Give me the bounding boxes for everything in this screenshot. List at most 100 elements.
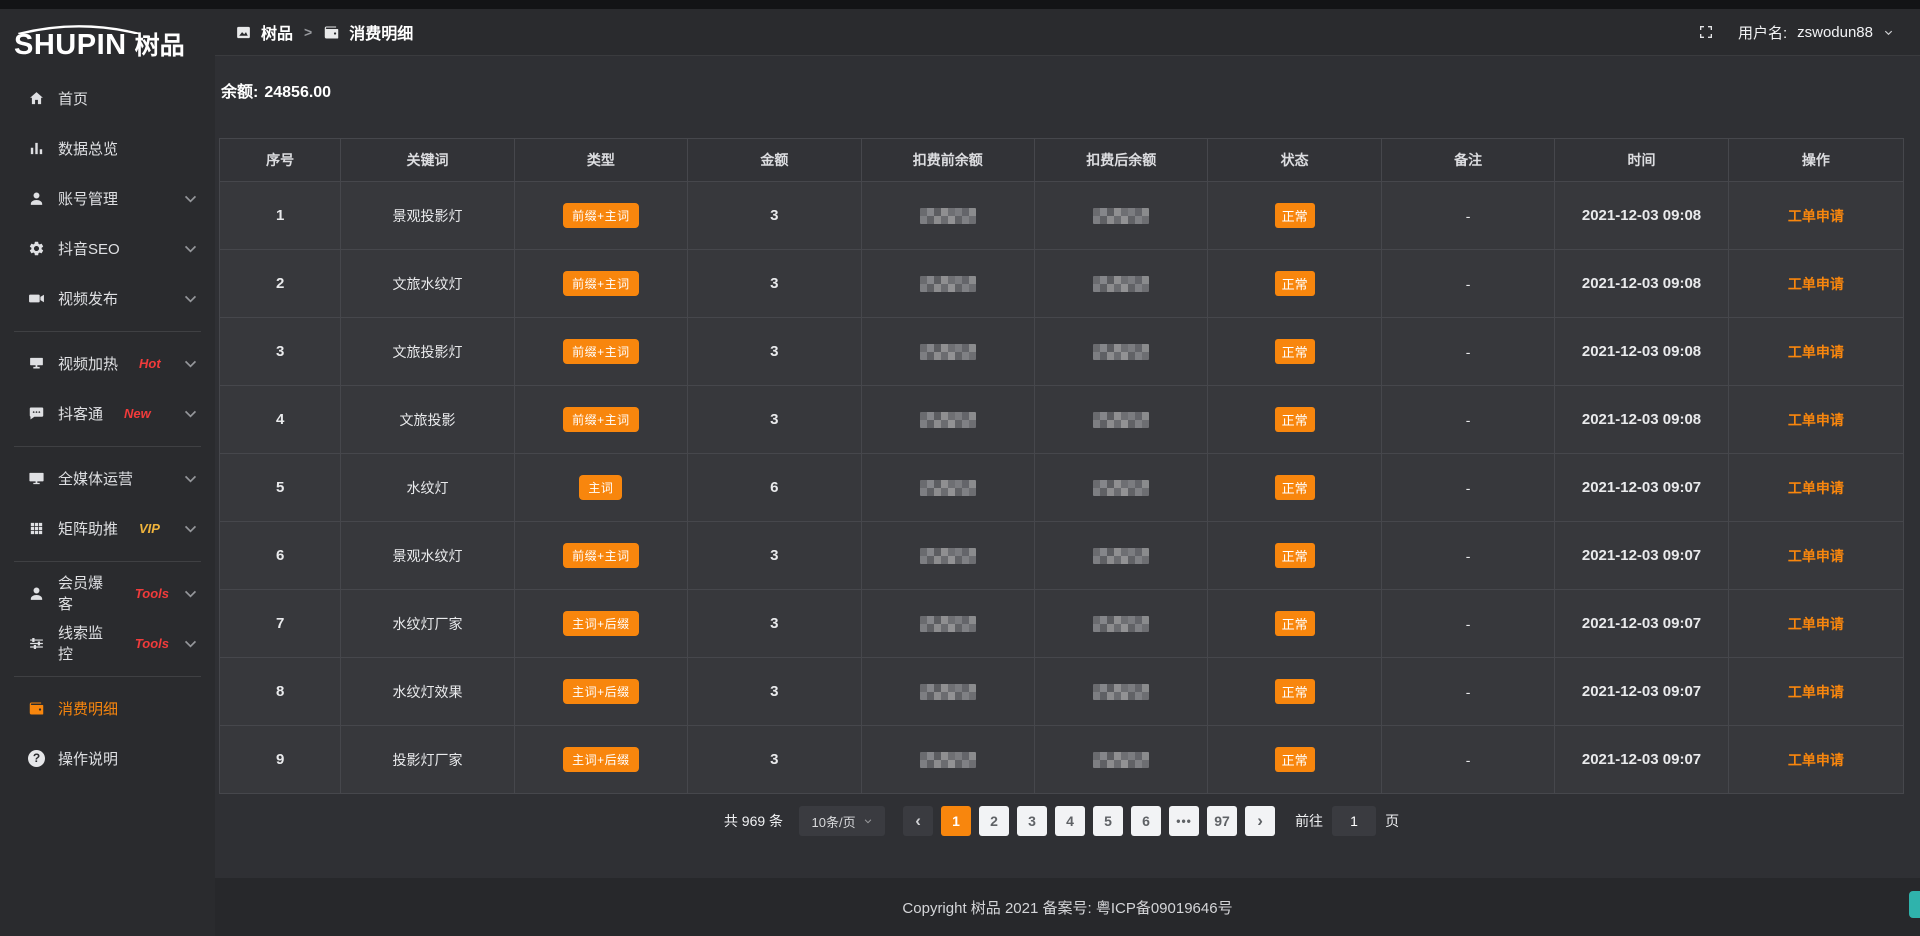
sidebar-item-all-media-operation[interactable]: 全媒体运营 [0,453,215,503]
goto-page-input[interactable] [1332,806,1376,836]
column-header: 类型 [514,139,687,182]
table-row: 6景观水纹灯前缀+主词3正常-2021-12-03 09:07工单申请 [220,522,1904,590]
gear-icon [28,240,45,257]
type-badge: 主词+后缀 [563,747,639,772]
amount-cell: 3 [688,590,861,658]
time-cell: 2021-12-03 09:07 [1555,522,1728,590]
table-header-row: 序号关键词类型金额扣费前余额扣费后余额状态备注时间操作 [220,139,1904,182]
page-button-2[interactable]: 2 [979,806,1009,836]
keyword-cell: 景观投影灯 [341,182,514,250]
more-pages-button[interactable]: ••• [1169,806,1199,836]
remark-cell: - [1381,250,1554,318]
row-index-cell: 9 [220,726,341,794]
ticket-request-link[interactable]: 工单申请 [1788,616,1844,632]
status-badge: 正常 [1275,747,1315,772]
page-size-select[interactable]: 10条/页 [799,806,885,836]
menu-divider [14,446,201,447]
amount-cell: 6 [688,454,861,522]
row-index-cell: 5 [220,454,341,522]
ticket-request-link[interactable]: 工单申请 [1788,752,1844,768]
page-button-6[interactable]: 6 [1131,806,1161,836]
ticket-request-link[interactable]: 工单申请 [1788,412,1844,428]
sidebar-item-matrix-boost[interactable]: 矩阵助推VIP [0,503,215,553]
post-balance-redacted [1093,208,1149,224]
time-cell: 2021-12-03 09:07 [1555,590,1728,658]
time-cell: 2021-12-03 09:07 [1555,658,1728,726]
table-row: 7水纹灯厂家主词+后缀3正常-2021-12-03 09:07工单申请 [220,590,1904,658]
sidebar-item-douketong[interactable]: 抖客通New [0,388,215,438]
row-index-cell: 7 [220,590,341,658]
status-badge: 正常 [1275,543,1315,568]
sidebar-item-member-leads[interactable]: 会员爆客Tools [0,568,215,618]
page-button-4[interactable]: 4 [1055,806,1085,836]
sidebar-item-tag: VIP [139,521,160,536]
sidebar-item-label: 线索监控 [58,622,114,664]
sidebar-item-video-publish[interactable]: 视频发布 [0,273,215,323]
sidebar-item-lead-monitor[interactable]: 线索监控 Tools [0,618,215,668]
page-button-97[interactable]: 97 [1207,806,1237,836]
bar-chart-icon [28,140,45,157]
column-header: 备注 [1381,139,1554,182]
chevron-down-icon [182,290,199,307]
chevron-down-icon [182,355,199,372]
pre-balance-redacted [920,616,976,632]
type-badge: 前缀+主词 [563,407,639,432]
status-badge: 正常 [1275,339,1315,364]
ticket-request-link[interactable]: 工单申请 [1788,208,1844,224]
ticket-request-link[interactable]: 工单申请 [1788,684,1844,700]
sidebar-item-tag: Tools [135,636,169,651]
chevron-down-icon [182,190,199,207]
sidebar-item-home[interactable]: 首页 [0,73,215,123]
footer: Copyright 树品 2021 备案号: 粤ICP备09019646号 [215,878,1920,936]
sidebar-item-account-management[interactable]: 账号管理 [0,173,215,223]
amount-cell: 3 [688,726,861,794]
prev-page-button[interactable]: ‹ [903,806,933,836]
time-cell: 2021-12-03 09:08 [1555,318,1728,386]
pre-balance-redacted [920,276,976,292]
remark-cell: - [1381,658,1554,726]
row-index-cell: 6 [220,522,341,590]
time-cell: 2021-12-03 09:08 [1555,250,1728,318]
post-balance-redacted [1093,412,1149,428]
ticket-request-link[interactable]: 工单申请 [1788,548,1844,564]
keyword-cell: 水纹灯效果 [341,658,514,726]
sidebar-item-douyin-seo[interactable]: 抖音SEO [0,223,215,273]
table-row: 8水纹灯效果主词+后缀3正常-2021-12-03 09:07工单申请 [220,658,1904,726]
breadcrumb-separator: > [304,24,312,40]
ticket-request-link[interactable]: 工单申请 [1788,480,1844,496]
next-page-button[interactable]: › [1245,806,1275,836]
chat-widget-tab[interactable] [1909,891,1920,918]
table-row: 5水纹灯主词6正常-2021-12-03 09:07工单申请 [220,454,1904,522]
sidebar-item-label: 抖音SEO [58,238,120,259]
remark-cell: - [1381,182,1554,250]
pagination: 共 969 条10条/页‹123456•••97›前往页 [219,806,1904,836]
chevron-down-icon[interactable] [1883,27,1894,38]
page-button-3[interactable]: 3 [1017,806,1047,836]
sidebar-item-label: 账号管理 [58,188,118,209]
ticket-request-link[interactable]: 工单申请 [1788,344,1844,360]
fullscreen-icon[interactable] [1698,24,1714,40]
balance-value: 24856.00 [264,84,331,101]
amount-cell: 3 [688,182,861,250]
app-panel-icon [235,24,252,41]
ticket-request-link[interactable]: 工单申请 [1788,276,1844,292]
table-row: 4文旅投影前缀+主词3正常-2021-12-03 09:08工单申请 [220,386,1904,454]
remark-cell: - [1381,522,1554,590]
username-value[interactable]: zswodun88 [1797,24,1873,41]
balance-display: 余额:24856.00 [221,78,1904,102]
user-icon [28,190,45,207]
column-header: 关键词 [341,139,514,182]
sidebar-item-data-overview[interactable]: 数据总览 [0,123,215,173]
keyword-cell: 文旅投影 [341,386,514,454]
sidebar-item-consumption-detail[interactable]: 消费明细 [0,683,215,733]
breadcrumb-root[interactable]: 树品 [261,20,293,44]
column-header: 操作 [1728,139,1903,182]
sidebar-item-instructions[interactable]: ?操作说明 [0,733,215,783]
content-area: 余额:24856.00 序号关键词类型金额扣费前余额扣费后余额状态备注时间操作 … [215,56,1920,878]
post-balance-redacted [1093,684,1149,700]
type-badge: 主词+后缀 [563,611,639,636]
sidebar-item-video-heat[interactable]: 视频加热Hot [0,338,215,388]
page-button-5[interactable]: 5 [1093,806,1123,836]
page-button-1[interactable]: 1 [941,806,971,836]
sidebar-item-label: 抖客通 [58,403,103,424]
